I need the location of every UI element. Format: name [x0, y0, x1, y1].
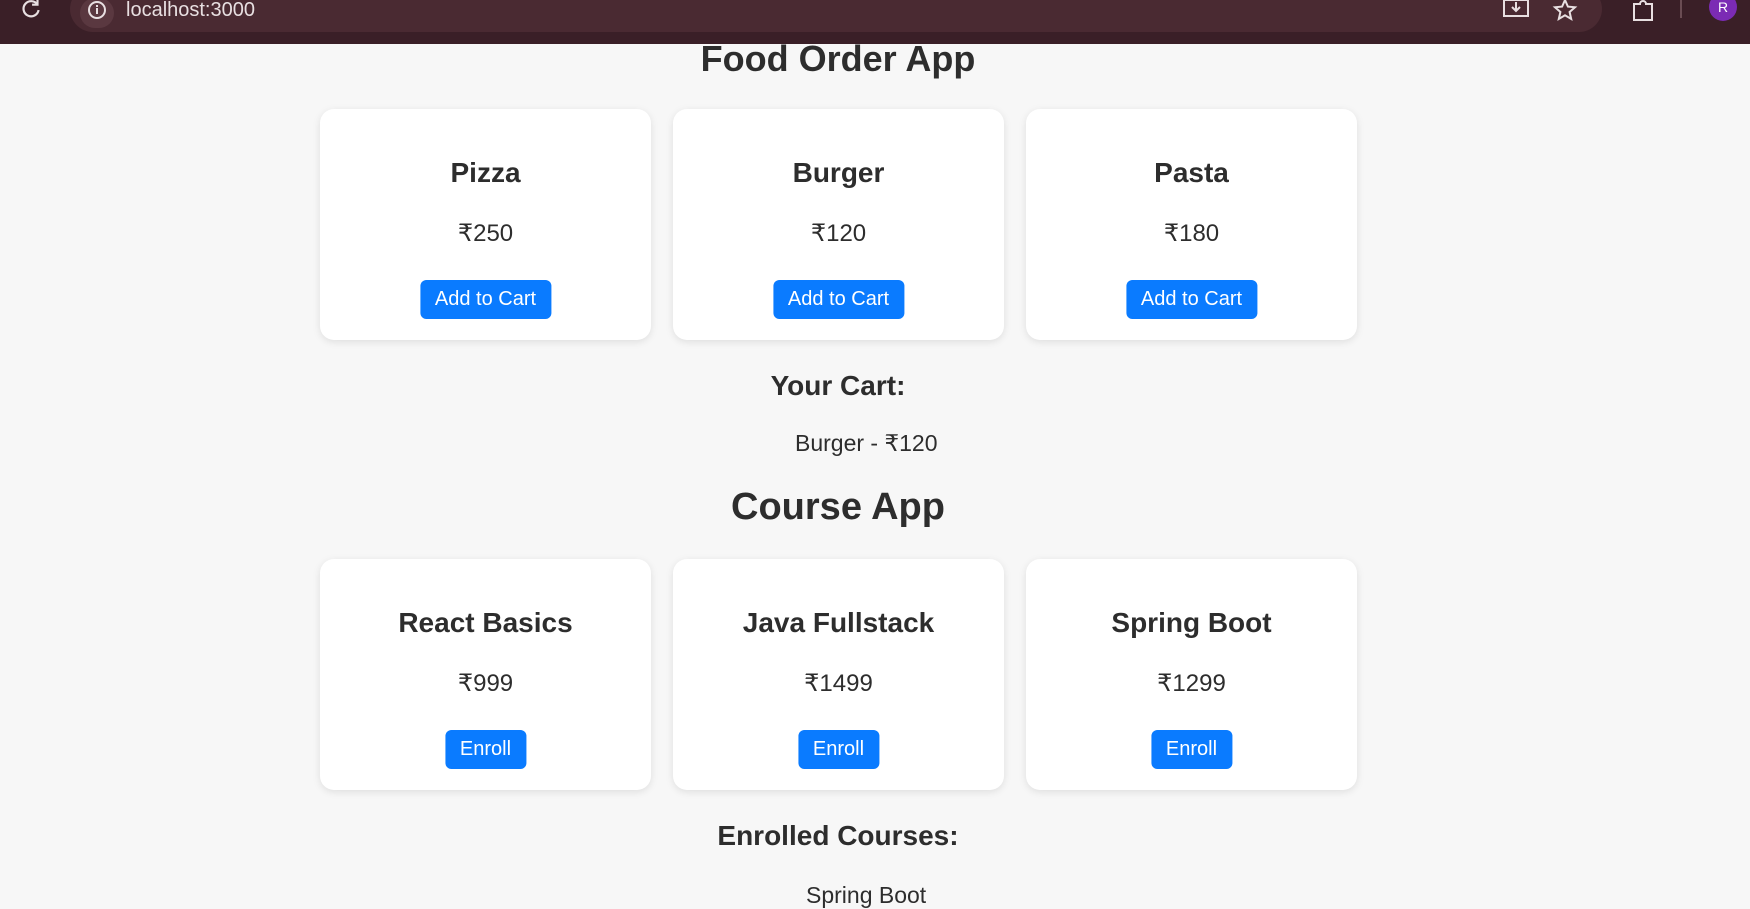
- enrolled-list-item: Spring Boot: [806, 882, 927, 908]
- bookmark-star-icon[interactable]: [1552, 0, 1578, 22]
- toolbar-divider: [1680, 0, 1682, 18]
- enroll-button[interactable]: Enroll: [444, 730, 527, 769]
- food-price: ₹120: [810, 220, 867, 247]
- enroll-button[interactable]: Enroll: [1150, 730, 1233, 769]
- add-to-cart-button[interactable]: Add to Cart: [1125, 280, 1258, 319]
- url-text[interactable]: localhost:3000: [126, 0, 255, 22]
- enrolled-heading: Enrolled Courses:: [717, 820, 959, 851]
- profile-avatar[interactable]: R: [1709, 0, 1737, 21]
- food-card-pizza: Pizza ₹250 Add to Cart: [320, 109, 651, 340]
- add-to-cart-button[interactable]: Add to Cart: [772, 280, 905, 319]
- course-card-list: React Basics ₹999 Enroll Java Fullstack …: [320, 559, 1358, 790]
- food-card-burger: Burger ₹120 Add to Cart: [673, 109, 1004, 340]
- course-name: Spring Boot: [1111, 607, 1272, 638]
- food-price: ₹250: [457, 220, 514, 247]
- course-name: Java Fullstack: [742, 607, 935, 638]
- course-card-spring-boot: Spring Boot ₹1299 Enroll: [1026, 559, 1357, 790]
- food-price: ₹180: [1163, 220, 1220, 247]
- food-card-list: Pizza ₹250 Add to Cart Burger ₹120 Add t…: [320, 109, 1358, 340]
- add-to-cart-button[interactable]: Add to Cart: [419, 280, 552, 319]
- food-name: Pasta: [1154, 157, 1229, 188]
- food-card-pasta: Pasta ₹180 Add to Cart: [1026, 109, 1357, 340]
- address-bar[interactable]: localhost:3000: [70, 0, 1602, 32]
- food-name: Burger: [792, 157, 885, 188]
- cart-list-item: Burger - ₹120: [795, 430, 938, 456]
- enroll-button[interactable]: Enroll: [797, 730, 880, 769]
- page-content: Food Order App Pizza ₹250 Add to Cart Bu…: [0, 38, 1750, 908]
- course-price: ₹999: [457, 670, 514, 697]
- cart-heading: Your Cart:: [770, 370, 906, 401]
- extensions-icon[interactable]: [1630, 0, 1658, 24]
- course-price: ₹1499: [804, 670, 873, 697]
- food-app-title: Food Order App: [700, 38, 976, 79]
- course-app-title: Course App: [731, 486, 945, 528]
- course-card-react-basics: React Basics ₹999 Enroll: [320, 559, 651, 790]
- reload-icon[interactable]: [18, 0, 44, 22]
- course-card-java-fullstack: Java Fullstack ₹1499 Enroll: [673, 559, 1004, 790]
- food-name: Pizza: [450, 157, 521, 188]
- course-price: ₹1299: [1157, 670, 1226, 697]
- course-name: React Basics: [398, 607, 573, 638]
- site-info-icon[interactable]: [80, 0, 114, 28]
- install-app-icon[interactable]: [1502, 0, 1530, 22]
